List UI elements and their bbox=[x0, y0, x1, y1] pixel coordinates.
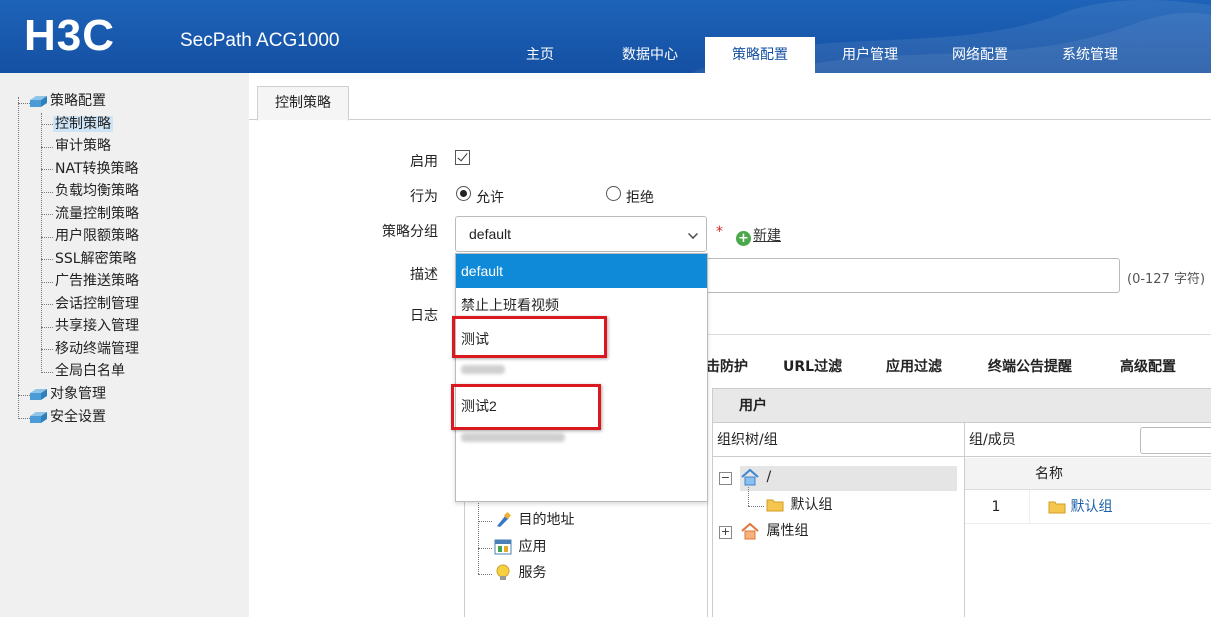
destination-address-icon bbox=[497, 511, 512, 527]
tab-bar: 控制策略 bbox=[249, 73, 1211, 121]
policy-group-select[interactable]: default bbox=[455, 216, 707, 252]
members-column: 组/成员 名称 1 默认组 bbox=[965, 423, 1211, 617]
member-search-input[interactable] bbox=[1140, 427, 1211, 454]
main-nav: 主页 数据中心 策略配置 用户管理 网络配置 系统管理 bbox=[485, 37, 1145, 73]
enable-checkbox[interactable] bbox=[455, 150, 470, 165]
nav-home[interactable]: 主页 bbox=[485, 37, 595, 73]
svg-text:H3C: H3C bbox=[24, 14, 115, 54]
action-label: 行为 bbox=[410, 189, 438, 205]
description-label: 描述 bbox=[410, 267, 438, 283]
sidebar-item-nat-policy[interactable]: NAT转换策略 bbox=[53, 159, 141, 179]
row-index: 1 bbox=[991, 499, 1001, 515]
log-label: 日志 bbox=[410, 308, 438, 324]
nav-policy-config[interactable]: 策略配置 bbox=[705, 37, 815, 73]
required-marker: * bbox=[716, 224, 723, 240]
sidebar-item-ad-push[interactable]: 广告推送策略 bbox=[53, 271, 141, 291]
tree-node-service[interactable]: 服务 bbox=[494, 563, 548, 583]
sidebar-item-load-balance[interactable]: 负载均衡策略 bbox=[53, 181, 141, 201]
org-root-node[interactable]: / bbox=[740, 467, 773, 487]
new-group-link[interactable]: + 新建 bbox=[736, 225, 781, 246]
folder-icon bbox=[30, 95, 47, 107]
folder-icon bbox=[1048, 501, 1066, 514]
redacted-text-placeholder bbox=[461, 365, 505, 374]
table-row[interactable]: 1 默认组 bbox=[965, 490, 1211, 524]
deny-label: 拒绝 bbox=[626, 190, 654, 206]
collapse-toggle[interactable]: − bbox=[719, 472, 732, 485]
highlight-box-test bbox=[452, 316, 607, 358]
allow-radio[interactable] bbox=[456, 186, 471, 201]
application-icon bbox=[494, 539, 512, 555]
tree-node-object-management[interactable]: 对象管理 bbox=[30, 384, 108, 404]
enable-label: 启用 bbox=[410, 154, 438, 170]
sidebar-item-user-quota[interactable]: 用户限额策略 bbox=[53, 226, 141, 246]
lightbulb-icon bbox=[496, 564, 510, 580]
description-input[interactable] bbox=[706, 258, 1120, 293]
policy-group-label: 策略分组 bbox=[382, 224, 438, 240]
folder-icon bbox=[30, 411, 47, 423]
nav-system-management[interactable]: 系统管理 bbox=[1035, 37, 1145, 73]
folder-icon bbox=[30, 388, 47, 400]
sidebar-item-audit-policy[interactable]: 审计策略 bbox=[53, 136, 113, 156]
subtab-app-filter[interactable]: 应用过滤 bbox=[886, 356, 942, 376]
subtab-advanced-config[interactable]: 高级配置 bbox=[1120, 356, 1176, 376]
tree-node-destination-address[interactable]: 目的地址 bbox=[494, 510, 576, 530]
top-header: H3C SecPath ACG1000 主页 数据中心 策略配置 用户管理 网络… bbox=[0, 0, 1211, 73]
tab-control-policy[interactable]: 控制策略 bbox=[257, 86, 349, 121]
nav-user-management[interactable]: 用户管理 bbox=[815, 37, 925, 73]
expand-toggle[interactable]: + bbox=[719, 526, 732, 539]
nav-data-center[interactable]: 数据中心 bbox=[595, 37, 705, 73]
dropdown-option-default[interactable]: default bbox=[456, 254, 707, 288]
add-icon: + bbox=[736, 231, 751, 246]
members-table-header: 名称 bbox=[965, 458, 1211, 490]
name-column-header: 名称 bbox=[1035, 466, 1063, 482]
subtab-attack-protection[interactable]: 击防护 bbox=[706, 356, 748, 376]
tree-node-application[interactable]: 应用 bbox=[494, 537, 548, 557]
sidebar-item-shared-access[interactable]: 共享接入管理 bbox=[53, 316, 141, 336]
folder-icon bbox=[766, 499, 784, 512]
subtab-url-filter[interactable]: URL过滤 bbox=[783, 356, 842, 376]
sidebar-item-control-policy[interactable]: 控制策略 bbox=[53, 114, 113, 134]
sidebar-item-global-whitelist[interactable]: 全局白名单 bbox=[53, 361, 127, 381]
allow-label: 允许 bbox=[476, 190, 504, 206]
highlight-box-test2 bbox=[451, 384, 601, 430]
org-attribute-group-node[interactable]: 属性组 bbox=[740, 521, 810, 541]
sidebar-item-traffic-control[interactable]: 流量控制策略 bbox=[53, 204, 141, 224]
sidebar-item-session-control[interactable]: 会话控制管理 bbox=[53, 294, 141, 314]
sidebar-item-mobile-terminal[interactable]: 移动终端管理 bbox=[53, 339, 141, 359]
tree-node-security-settings[interactable]: 安全设置 bbox=[30, 407, 108, 427]
org-default-group-node[interactable]: 默认组 bbox=[766, 495, 834, 515]
users-panel-title: 用户 bbox=[713, 389, 1211, 423]
home-icon bbox=[741, 468, 759, 486]
product-name: SecPath ACG1000 bbox=[180, 30, 340, 51]
subtab-terminal-notice[interactable]: 终端公告提醒 bbox=[988, 356, 1072, 376]
description-hint: (0-127 字符) bbox=[1127, 272, 1206, 287]
nav-network-config[interactable]: 网络配置 bbox=[925, 37, 1035, 73]
policy-group-dropdown: default 禁止上班看视频 测试 测试2 bbox=[455, 253, 708, 502]
home-icon bbox=[741, 522, 759, 540]
org-tree-header: 组织树/组 bbox=[713, 423, 964, 457]
policy-group-value: default bbox=[469, 226, 512, 242]
sidebar-item-ssl-decrypt[interactable]: SSL解密策略 bbox=[53, 249, 139, 269]
h3c-logo: H3C bbox=[24, 11, 152, 60]
deny-radio[interactable] bbox=[606, 186, 621, 201]
tree-node-policy-config[interactable]: 策略配置 bbox=[30, 91, 108, 111]
chevron-down-icon bbox=[688, 229, 698, 239]
redacted-text-placeholder bbox=[461, 433, 565, 442]
org-tree-column: 组织树/组 bbox=[713, 423, 965, 617]
row-name: 默认组 bbox=[1029, 490, 1112, 524]
section-divider bbox=[708, 334, 1211, 335]
